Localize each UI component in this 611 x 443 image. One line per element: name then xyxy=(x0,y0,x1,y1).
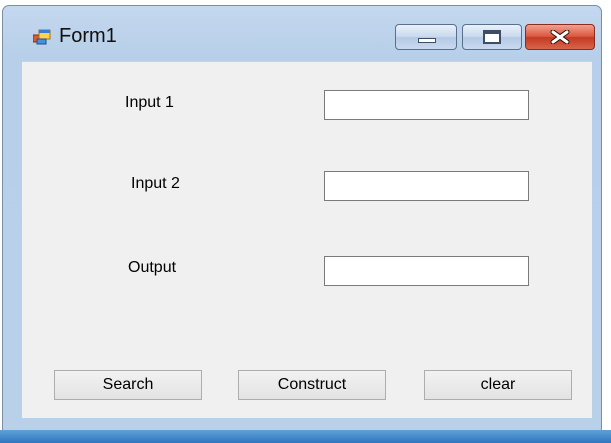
output-label: Output xyxy=(128,259,177,276)
search-button[interactable]: Search xyxy=(54,370,202,400)
maximize-button[interactable] xyxy=(462,24,522,50)
title-bar[interactable]: Form1 xyxy=(3,6,601,54)
input2-field[interactable] xyxy=(324,171,529,201)
form-window-icon[interactable] xyxy=(32,29,51,45)
desktop: Form1 Input 1 Input 2 Output Search Cons… xyxy=(0,0,611,443)
input2-label: Input 2 xyxy=(131,175,180,192)
minimize-icon xyxy=(418,38,436,43)
window-title: Form1 xyxy=(59,25,117,47)
taskbar-strip xyxy=(0,430,611,443)
minimize-button[interactable] xyxy=(395,24,457,50)
input1-field[interactable] xyxy=(324,90,529,120)
input1-label: Input 1 xyxy=(125,94,174,111)
maximize-icon xyxy=(483,30,501,44)
output-field[interactable] xyxy=(324,256,529,286)
close-icon xyxy=(550,30,570,44)
clear-button[interactable]: clear xyxy=(424,370,572,400)
form-client-area: Input 1 Input 2 Output Search Construct … xyxy=(22,61,592,418)
close-button[interactable] xyxy=(525,24,595,50)
construct-button[interactable]: Construct xyxy=(238,370,386,400)
form1-window: Form1 Input 1 Input 2 Output Search Cons… xyxy=(2,5,602,432)
